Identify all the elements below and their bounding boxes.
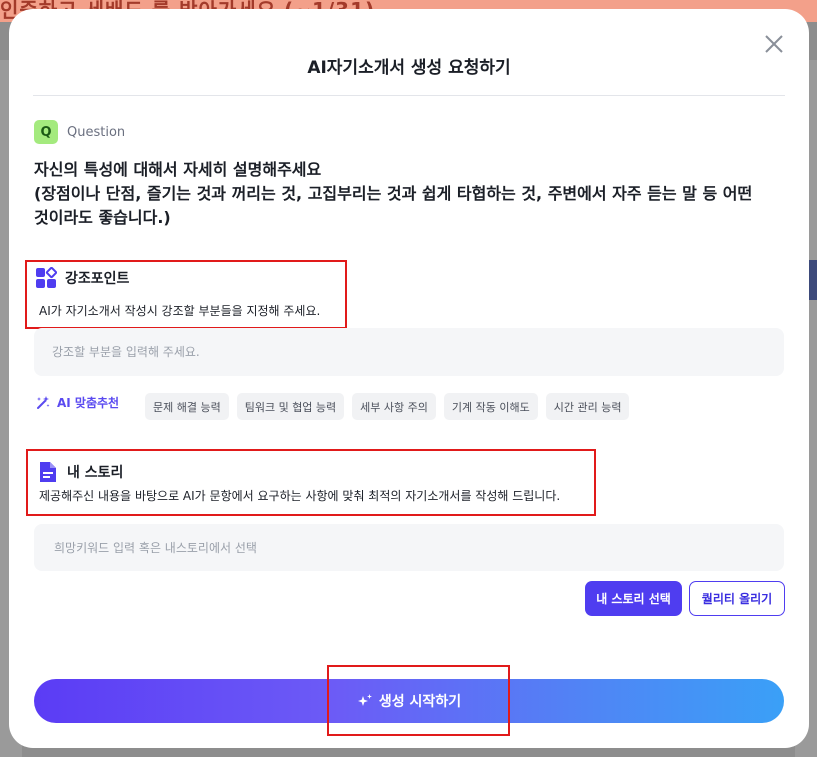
title-divider: [33, 95, 785, 96]
emphasis-title: 강조포인트: [65, 271, 130, 287]
question-badge: Q: [34, 120, 58, 144]
question-line-2: (장점이나 단점, 즐기는 것과 꺼리는 것, 고집부리는 것과 쉽게 타협하는…: [34, 184, 753, 203]
ai-cover-letter-modal: AI자기소개서 생성 요청하기 Q Question 자신의 특성에 대해서 자…: [9, 9, 809, 748]
select-story-button[interactable]: 내 스토리 선택: [585, 581, 682, 616]
emphasis-description: AI가 자기소개서 작성시 강조할 부분들을 지정해 주세요.: [39, 304, 321, 318]
story-description: 제공해주신 내용을 바탕으로 AI가 문항에서 요구하는 사항에 맞춰 최적의 …: [39, 489, 561, 503]
emphasis-header: 강조포인트: [35, 267, 129, 289]
start-generate-button[interactable]: 생성 시작하기: [34, 679, 784, 723]
tag-time-management[interactable]: 시간 관리 능력: [545, 393, 630, 420]
improve-quality-button[interactable]: 퀄리티 올리기: [689, 581, 785, 616]
emphasis-input[interactable]: [34, 328, 784, 376]
ai-recommend-label: AI 맞춤추천: [57, 396, 120, 410]
story-title: 내 스토리: [67, 465, 124, 481]
tag-machine-operation[interactable]: 기계 작동 이해도: [443, 393, 538, 420]
recommend-tags: 문제 해결 능력 팀워크 및 협업 능력 세부 사항 주의 기계 작동 이해도 …: [145, 393, 630, 420]
story-header: 내 스토리: [37, 461, 123, 483]
tag-teamwork[interactable]: 팀워크 및 협업 능력: [236, 393, 345, 420]
sparkle-wand-icon: [37, 395, 50, 409]
modal-title: AI자기소개서 생성 요청하기: [307, 58, 511, 78]
tag-problem-solving[interactable]: 문제 해결 능력: [145, 393, 229, 420]
sparkle-icon: [357, 694, 372, 706]
tag-attention-to-detail[interactable]: 세부 사항 주의: [352, 393, 436, 420]
question-label: Question: [67, 124, 126, 140]
document-icon: [40, 462, 56, 482]
close-icon[interactable]: [761, 31, 787, 57]
question-text: 자신의 특성에 대해서 자세히 설명해주세요 (장점이나 단점, 즐기는 것과 …: [34, 158, 764, 230]
question-header: Q Question: [34, 120, 125, 144]
question-line-3: 것이라도 좋습니다.): [34, 208, 171, 227]
question-line-1: 자신의 특성에 대해서 자세히 설명해주세요: [34, 160, 322, 179]
ai-recommend-button[interactable]: AI 맞춤추천: [35, 394, 119, 411]
start-generate-label: 생성 시작하기: [378, 694, 462, 710]
story-keyword-input[interactable]: [34, 524, 784, 571]
apps-icon: [36, 267, 57, 288]
